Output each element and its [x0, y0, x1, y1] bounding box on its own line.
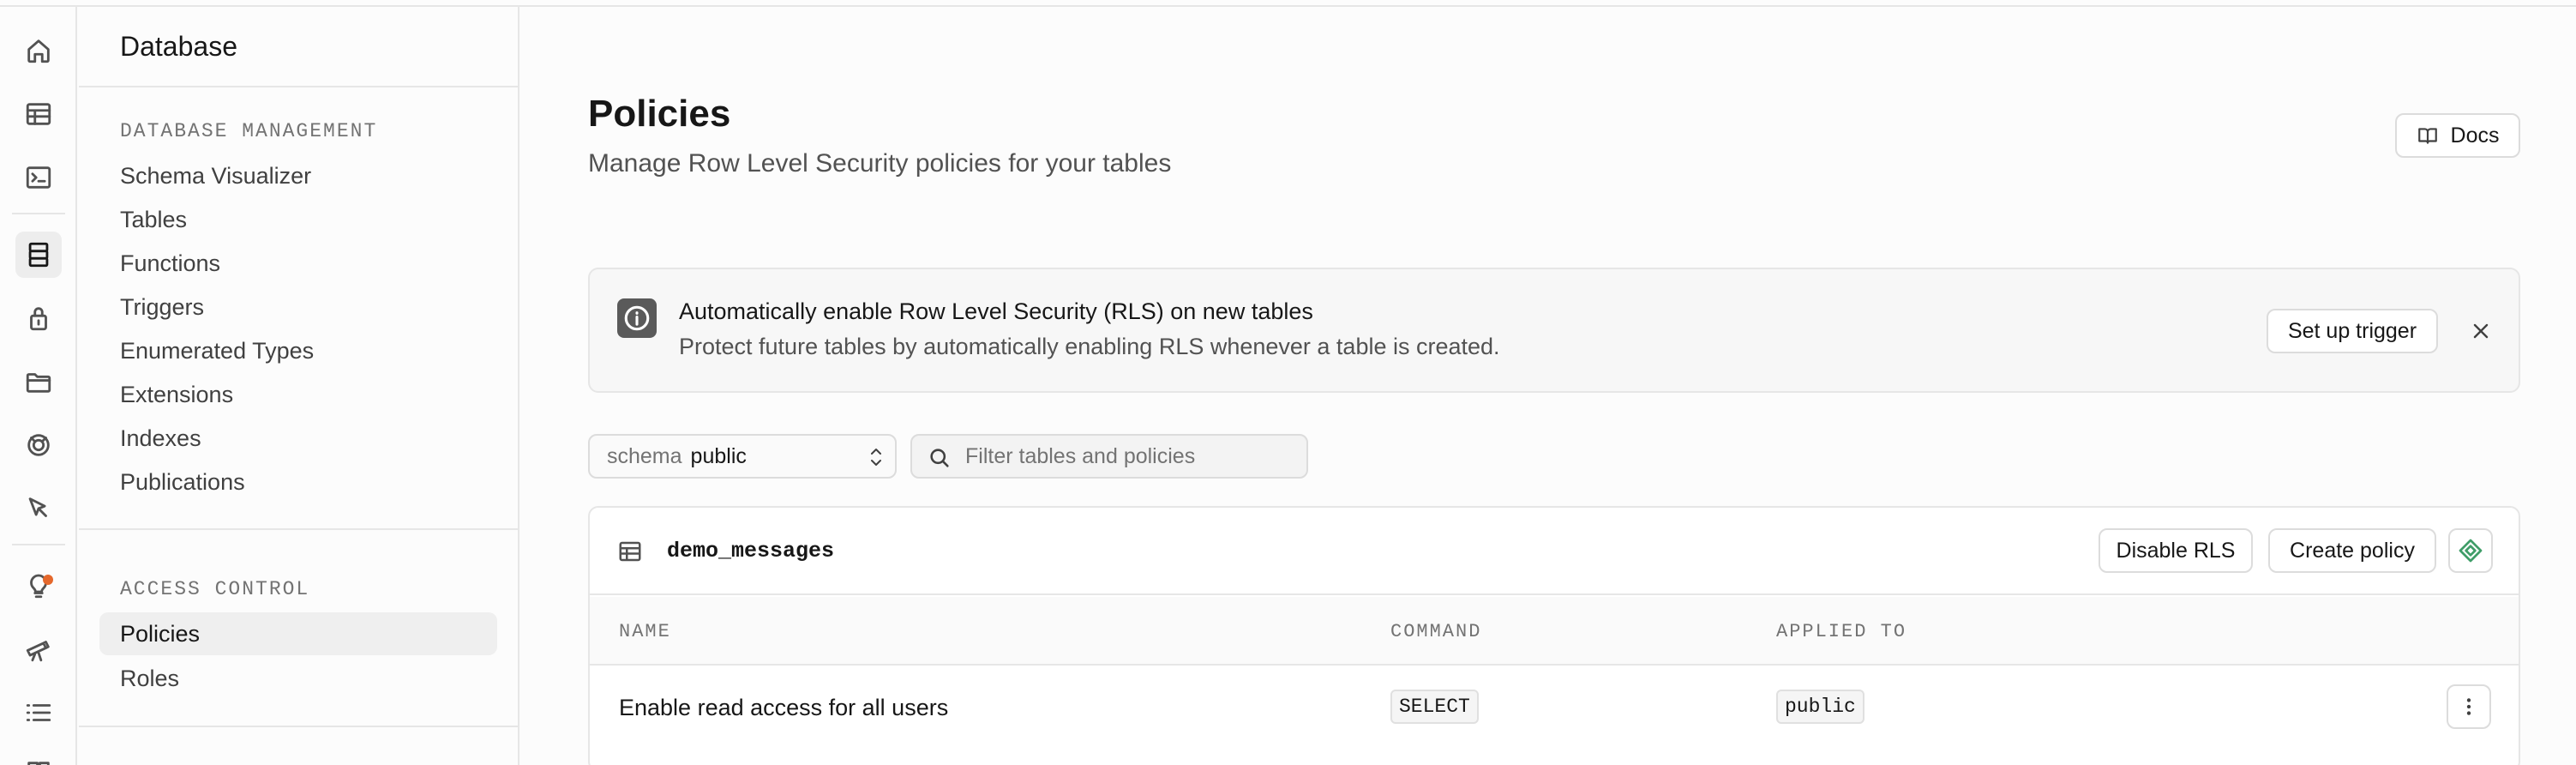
applied-to-badge: public	[1776, 690, 1864, 724]
section-database-management: DATABASE MANAGEMENT	[120, 120, 378, 142]
sidebar-item-schema-visualizer[interactable]: Schema Visualizer	[99, 154, 497, 197]
close-icon[interactable]	[2464, 314, 2498, 348]
database-sidebar: Database DATABASE MANAGEMENT Schema Visu…	[79, 7, 519, 765]
table-row[interactable]: Enable read access for all users SELECT …	[590, 667, 2519, 765]
banner-title: Automatically enable Row Level Security …	[679, 298, 1313, 324]
banner-description: Protect future tables by automatically e…	[679, 334, 1500, 359]
policy-name: Enable read access for all users	[619, 695, 949, 720]
table-name: demo_messages	[667, 539, 835, 563]
sidebar-divider	[79, 86, 518, 87]
schema-value: public	[690, 443, 747, 468]
ai-assistant-icon[interactable]	[2448, 528, 2493, 573]
rail-divider	[12, 213, 65, 214]
sidebar-item-policies[interactable]: Policies	[99, 612, 497, 655]
sidebar-item-enumerated-types[interactable]: Enumerated Types	[99, 329, 497, 372]
top-border	[0, 0, 2576, 7]
sidebar-item-roles[interactable]: Roles	[99, 657, 497, 700]
sql-editor-icon[interactable]	[15, 154, 62, 201]
section-access-control: ACCESS CONTROL	[120, 578, 310, 600]
database-icon[interactable]	[15, 232, 62, 278]
docs-button[interactable]: Docs	[2395, 113, 2520, 158]
advisors-lightbulb-icon[interactable]	[15, 563, 62, 609]
realtime-icon[interactable]	[15, 422, 62, 468]
sidebar-item-publications[interactable]: Publications	[99, 461, 497, 503]
notification-badge	[43, 575, 53, 585]
column-header-name: NAME	[619, 621, 671, 642]
logs-list-icon[interactable]	[15, 690, 62, 736]
sidebar-item-tables[interactable]: Tables	[99, 198, 497, 241]
more-options-icon[interactable]	[2447, 684, 2491, 729]
column-header-row: NAME COMMAND APPLIED TO	[590, 597, 2519, 666]
column-header-applied-to: APPLIED TO	[1776, 621, 1907, 642]
sidebar-title: Database	[120, 31, 237, 62]
auth-lock-icon[interactable]	[15, 295, 62, 341]
column-header-command: COMMAND	[1390, 621, 1482, 642]
book-icon	[2417, 128, 2437, 144]
home-icon[interactable]	[15, 27, 62, 74]
sidebar-item-extensions[interactable]: Extensions	[99, 373, 497, 416]
sidebar-divider	[79, 726, 518, 727]
reports-icon[interactable]	[15, 750, 62, 765]
search-box[interactable]	[910, 434, 1308, 479]
search-input[interactable]	[965, 443, 1291, 469]
page-title: Policies	[588, 93, 731, 135]
table-card-header: demo_messages Disable RLS Create policy	[590, 508, 2519, 595]
schema-select[interactable]: schema public	[588, 434, 897, 479]
docs-label: Docs	[2450, 123, 2500, 148]
schema-label: schema	[607, 443, 682, 468]
sidebar-item-triggers[interactable]: Triggers	[99, 286, 497, 328]
rail-divider	[12, 544, 65, 545]
icon-rail	[0, 7, 77, 765]
command-badge: SELECT	[1390, 690, 1479, 724]
observability-telescope-icon[interactable]	[15, 626, 62, 672]
info-icon	[617, 298, 657, 338]
rls-info-banner: Automatically enable Row Level Security …	[588, 268, 2520, 393]
table-editor-icon[interactable]	[15, 91, 62, 137]
edge-functions-cursor-icon[interactable]	[15, 485, 62, 532]
disable-rls-button[interactable]: Disable RLS	[2099, 528, 2253, 573]
sidebar-divider	[79, 528, 518, 530]
sidebar-item-indexes[interactable]: Indexes	[99, 417, 497, 460]
search-icon	[930, 449, 949, 467]
sidebar-item-functions[interactable]: Functions	[99, 242, 497, 285]
set-up-trigger-button[interactable]: Set up trigger	[2267, 309, 2438, 353]
table-policies-card: demo_messages Disable RLS Create policy …	[588, 506, 2520, 765]
page-subtitle: Manage Row Level Security policies for y…	[588, 149, 1172, 178]
create-policy-button[interactable]: Create policy	[2268, 528, 2436, 573]
chevron-up-down-icon	[871, 449, 881, 466]
storage-folder-icon[interactable]	[15, 358, 62, 405]
table-icon	[617, 539, 643, 564]
